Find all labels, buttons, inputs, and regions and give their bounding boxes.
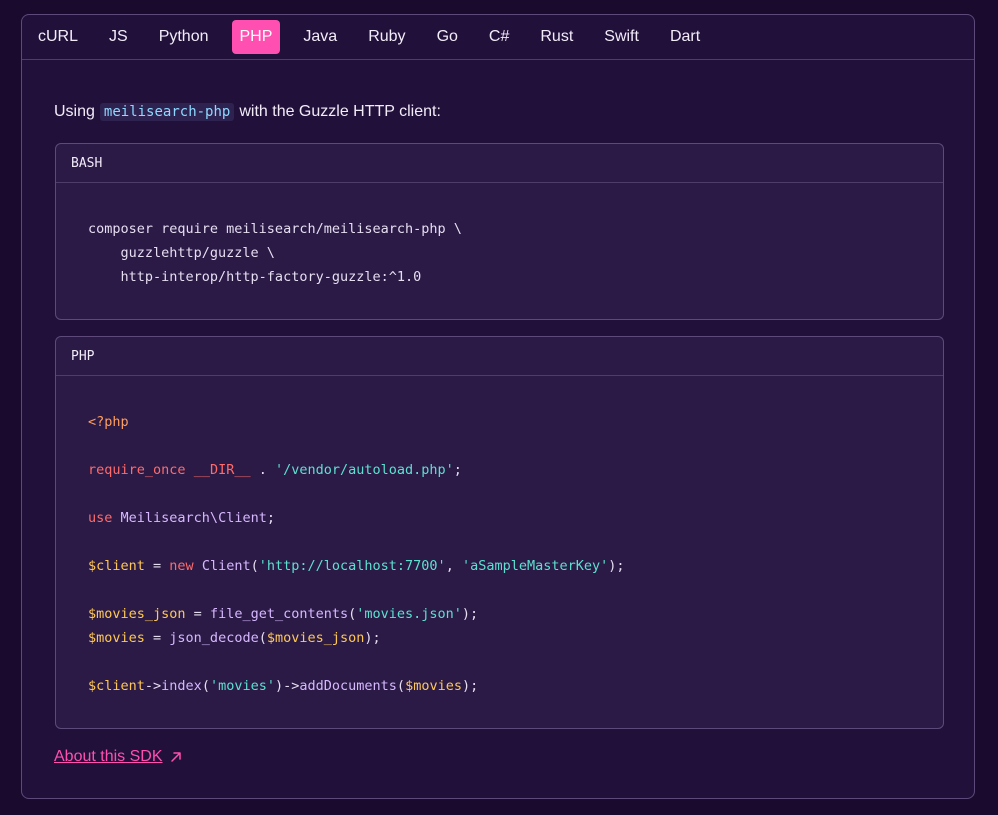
code-token: );	[461, 678, 479, 694]
code-line: use Meilisearch\Client;	[88, 506, 943, 530]
code-line: <?php	[88, 410, 943, 434]
code-token: $client	[88, 558, 145, 574]
code-token: );	[461, 606, 479, 622]
php-block-label: PHP	[56, 337, 943, 376]
code-token: );	[608, 558, 625, 574]
about-sdk-label: About this SDK	[54, 748, 163, 765]
code-line: guzzlehttp/guzzle \	[88, 245, 275, 261]
about-sdk-link[interactable]: About this SDK	[54, 748, 183, 766]
code-token: file_get_contents	[209, 606, 349, 622]
code-token: 'aSampleMasterKey'	[461, 558, 609, 574]
code-token: (	[250, 558, 259, 574]
code-token: 'http://localhost:7700'	[258, 558, 446, 574]
tab-java[interactable]: Java	[295, 20, 345, 54]
code-token: =	[185, 606, 210, 622]
code-line: composer require meilisearch/meilisearch…	[88, 221, 462, 237]
code-token: Client	[201, 558, 251, 574]
code-token: index	[161, 678, 202, 694]
tab-swift[interactable]: Swift	[596, 20, 647, 54]
code-token: 'movies.json'	[356, 606, 462, 622]
code-token: ;	[266, 510, 275, 526]
tab-go[interactable]: Go	[429, 20, 466, 54]
code-token: require_once	[88, 462, 186, 478]
code-token: Meilisearch\Client	[120, 510, 267, 526]
code-token: $movies	[405, 678, 462, 694]
language-tabs: cURL JS Python PHP Java Ruby Go C# Rust Swift Dart	[22, 15, 974, 60]
code-token: (	[396, 678, 406, 694]
code-token: $movies_json	[266, 630, 365, 646]
code-token: .	[250, 462, 275, 478]
tab-ruby[interactable]: Ruby	[360, 20, 413, 54]
tab-js[interactable]: JS	[101, 20, 136, 54]
sdk-panel: cURL JS Python PHP Java Ruby Go C# Rust Swift Dart…	[21, 14, 975, 799]
code-line: $movies_json = file_get_contents('movies…	[88, 602, 943, 626]
tab-dart[interactable]: Dart	[662, 20, 708, 54]
code-token: )->	[274, 678, 300, 694]
code-token: =	[144, 558, 170, 574]
code-token: __DIR__	[193, 462, 251, 478]
code-token: $client	[88, 678, 145, 694]
code-line: http-interop/http-factory-guzzle:^1.0	[88, 269, 422, 285]
php-code[interactable]: <?php require_once __DIR__ . '/vendor/au…	[56, 376, 943, 698]
code-token: '/vendor/autoload.php'	[274, 462, 454, 478]
bash-code-block: BASH composer require meilisearch/meilis…	[55, 143, 944, 320]
arrow-up-right-icon	[170, 752, 181, 762]
tab-php[interactable]: PHP	[231, 20, 281, 54]
tab-curl[interactable]: cURL	[30, 20, 86, 54]
intro-prefix: Using	[54, 103, 95, 120]
code-token: 'movies'	[209, 678, 275, 694]
code-token: ->	[144, 678, 162, 694]
code-token: ;	[453, 462, 462, 478]
code-token: addDocuments	[299, 678, 397, 694]
code-token: use	[88, 510, 113, 526]
code-line: $movies = json_decode($movies_json);	[88, 626, 943, 650]
code-token: new	[169, 558, 194, 574]
tab-rust[interactable]: Rust	[532, 20, 581, 54]
intro-text: Using meilisearch-php with the Guzzle HT…	[54, 103, 441, 121]
tab-csharp[interactable]: C#	[481, 20, 517, 54]
code-token: <?php	[88, 414, 129, 430]
php-code-block: PHP <?php require_once __DIR__ . '/vendo…	[55, 336, 944, 729]
tab-python[interactable]: Python	[151, 20, 217, 54]
intro-suffix: with the Guzzle HTTP client:	[239, 103, 441, 120]
code-line: $client = new Client('http://localhost:7…	[88, 554, 943, 578]
code-token: json_decode	[169, 630, 259, 646]
bash-code[interactable]: composer require meilisearch/meilisearch…	[56, 183, 943, 289]
bash-block-label: BASH	[56, 144, 943, 183]
code-token: (	[258, 630, 267, 646]
code-line: require_once __DIR__ . '/vendor/autoload…	[88, 458, 943, 482]
code-token: ,	[445, 558, 462, 574]
package-name: meilisearch-php	[99, 103, 235, 121]
code-token: $movies_json	[88, 606, 186, 622]
code-token: =	[144, 630, 170, 646]
code-token: $movies	[88, 630, 145, 646]
code-token: (	[201, 678, 210, 694]
code-line: $client->index('movies')->addDocuments($…	[88, 674, 943, 698]
code-token: );	[364, 630, 381, 646]
